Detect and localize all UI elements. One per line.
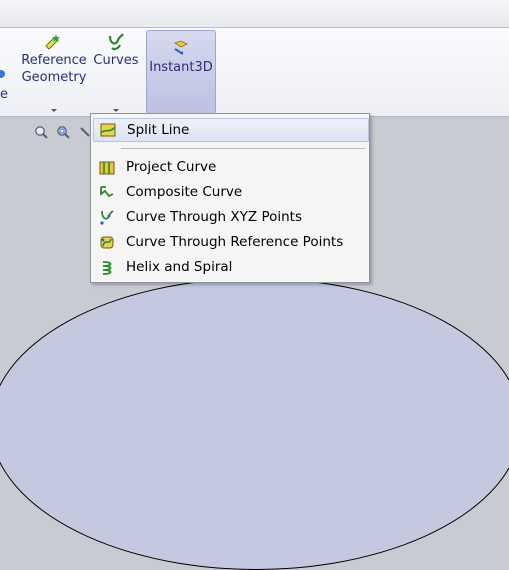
curve-reference-points-icon — [98, 233, 116, 251]
menu-item-project-curve[interactable]: Project Curve — [93, 156, 367, 178]
menu-item-label: Curve Through XYZ Points — [126, 209, 302, 225]
menu-item-curve-through-reference-points[interactable]: Curve Through Reference Points — [93, 231, 367, 253]
composite-curve-icon — [98, 183, 116, 201]
curves-button[interactable]: Curves — [92, 28, 140, 114]
menu-item-label: Curve Through Reference Points — [126, 234, 344, 250]
instant3d-label: Instant3D — [149, 60, 213, 75]
menu-item-label: Helix and Spiral — [126, 259, 233, 275]
clipped-label: e — [0, 87, 8, 102]
helix-spiral-icon — [98, 258, 116, 276]
part-face[interactable] — [0, 278, 509, 570]
command-manager-ribbon: e Reference Geometry Curves Instant3D — [0, 28, 509, 117]
curves-label: Curves — [93, 53, 139, 68]
curves-icon — [108, 33, 124, 51]
chevron-down-icon[interactable] — [51, 109, 57, 112]
chevron-down-icon[interactable] — [113, 109, 119, 112]
menu-item-curve-through-xyz-points[interactable]: Curve Through XYZ Points — [93, 206, 367, 228]
reference-geometry-button[interactable]: Reference Geometry — [20, 28, 88, 114]
title-strip — [0, 0, 509, 28]
menu-item-composite-curve[interactable]: Composite Curve — [93, 181, 367, 203]
menu-item-label: Composite Curve — [126, 184, 243, 200]
instant3d-icon — [174, 40, 188, 55]
curve-xyz-points-icon — [98, 208, 116, 226]
menu-item-split-line[interactable]: Split Line — [93, 118, 369, 142]
instant3d-button[interactable]: Instant3D — [146, 30, 216, 114]
reference-geometry-icon — [45, 34, 60, 50]
menu-separator — [121, 148, 365, 149]
zoom-to-fit-icon[interactable] — [34, 125, 48, 139]
zoom-area-icon[interactable] — [56, 125, 70, 139]
curves-dropdown-menu: Split Line Project Curve Composite Curve — [90, 113, 370, 283]
split-line-icon — [99, 121, 117, 139]
project-curve-icon — [98, 158, 116, 176]
reference-geometry-label-1: Reference — [21, 53, 87, 68]
menu-item-label: Split Line — [127, 122, 190, 138]
reference-geometry-label-2: Geometry — [21, 70, 87, 85]
menu-item-label: Project Curve — [126, 159, 217, 175]
menu-item-helix-and-spiral[interactable]: Helix and Spiral — [93, 256, 367, 278]
